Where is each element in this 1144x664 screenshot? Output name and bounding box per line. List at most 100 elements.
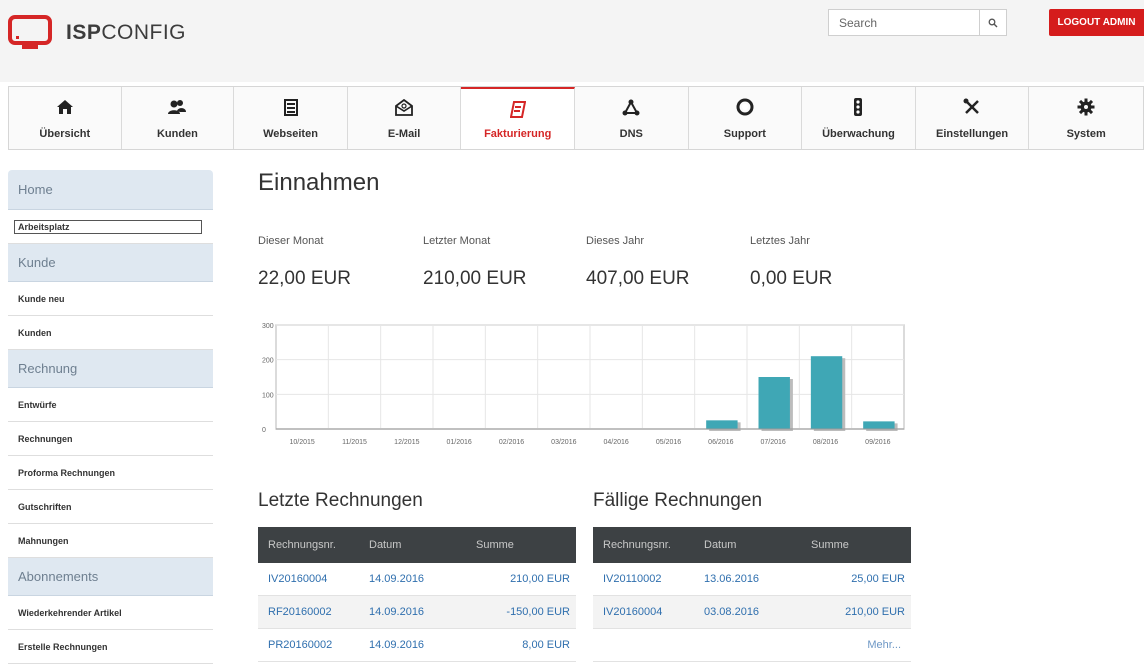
invoice-date: 14.09.2016: [369, 573, 425, 585]
table-row[interactable]: RF20160002 14.09.2016 -150,00 EUR: [258, 596, 576, 629]
main-nav: Übersicht Kunden Webseiten E-Mail Faktur…: [8, 86, 1144, 150]
sidebar-item-proforma[interactable]: Proforma Rechnungen: [8, 456, 213, 490]
table-header: Rechnungsnr. Datum Summe: [258, 527, 576, 563]
sidebar-item-arbeitsplatz[interactable]: Arbeitsplatz: [8, 210, 213, 244]
home-icon: [55, 97, 75, 117]
tab-uebersicht[interactable]: Übersicht: [9, 87, 122, 149]
x-tick-label: 05/2016: [656, 439, 681, 446]
invoice-amount: 210,00 EUR: [510, 573, 570, 585]
tools-icon: [962, 97, 982, 117]
table-row[interactable]: PR20160002 14.09.2016 8,00 EUR: [258, 629, 576, 662]
page-title: Einnahmen: [258, 169, 380, 196]
web-icon: [281, 97, 301, 117]
sidebar-section-rechnung: Rechnung: [8, 350, 213, 388]
bar: [706, 420, 738, 429]
sidebar-item-entwuerfe[interactable]: Entwürfe: [8, 388, 213, 422]
x-tick-label: 02/2016: [499, 439, 524, 446]
sidebar-section-abonnements: Abonnements: [8, 558, 213, 596]
x-tick-label: 09/2016: [865, 439, 890, 446]
lifebuoy-icon: [735, 97, 755, 117]
x-tick-label: 04/2016: [604, 439, 629, 446]
invoice-amount: 25,00 EUR: [851, 573, 905, 585]
x-tick-label: 08/2016: [813, 439, 838, 446]
tab-email[interactable]: E-Mail: [348, 87, 462, 149]
bar: [863, 421, 895, 429]
logo-text: ISPCONFIG: [66, 21, 187, 44]
latest-invoices-title: Letzte Rechnungen: [258, 490, 423, 511]
sidebar-section-home: Home: [8, 170, 213, 210]
invoice-date: 13.06.2016: [704, 573, 760, 585]
search-icon: [988, 18, 998, 27]
tab-label: Einstellungen: [936, 128, 1009, 140]
invoice-number-link[interactable]: IV20160004: [593, 606, 698, 618]
stat-value: 210,00 EUR: [423, 268, 527, 289]
col-header[interactable]: Datum: [363, 539, 468, 551]
sidebar-item-kunde-neu[interactable]: Kunde neu: [8, 282, 213, 316]
sidebar-item-gutschriften[interactable]: Gutschriften: [8, 490, 213, 524]
stat-label: Letzter Monat: [423, 235, 491, 247]
sidebar-item-rechnungen[interactable]: Rechnungen: [8, 422, 213, 456]
search-input[interactable]: Search: [828, 9, 980, 36]
tab-label: System: [1066, 128, 1106, 140]
col-header[interactable]: Summe: [803, 539, 911, 551]
sidebar-item-kunden[interactable]: Kunden: [8, 316, 213, 350]
sidebar-item-erstelle[interactable]: Erstelle Rechnungen: [8, 630, 213, 664]
y-tick-label: 300: [262, 323, 274, 330]
stat-label: Letztes Jahr: [750, 235, 810, 247]
invoice-number-link[interactable]: IV20110002: [593, 573, 698, 585]
revenue-chart: 0 100 200 300 10/2015 11/2015 12/2015 01/2016 02…: [262, 323, 905, 446]
traffic-light-icon: [848, 97, 868, 117]
logout-button[interactable]: LOGOUT ADMIN: [1049, 9, 1144, 36]
tab-webseiten[interactable]: Webseiten: [234, 87, 348, 149]
y-tick-label: 100: [262, 392, 274, 399]
due-invoices-table: Rechnungsnr. Datum Summe IV20110002 13.0…: [593, 527, 911, 662]
latest-invoices-table: Rechnungsnr. Datum Summe IV20160004 14.0…: [258, 527, 576, 662]
table-row[interactable]: IV20110002 13.06.2016 25,00 EUR: [593, 563, 911, 596]
col-header[interactable]: Datum: [698, 539, 803, 551]
sidebar-item-wiederkehrend[interactable]: Wiederkehrender Artikel: [8, 596, 213, 630]
invoice-amount: 210,00 EUR: [845, 606, 905, 618]
x-tick-label: 01/2016: [447, 439, 472, 446]
x-tick-label: 11/2015: [342, 439, 367, 446]
sidebar-item-mahnungen[interactable]: Mahnungen: [8, 524, 213, 558]
table-row[interactable]: IV20160004 03.08.2016 210,00 EUR: [593, 596, 911, 629]
x-tick-label: 10/2015: [290, 439, 315, 446]
mail-icon: [394, 97, 414, 117]
tab-einstellungen[interactable]: Einstellungen: [916, 87, 1030, 149]
tab-dns[interactable]: DNS: [575, 87, 689, 149]
search-button[interactable]: [980, 9, 1007, 36]
logo[interactable]: ISPCONFIG: [8, 14, 186, 52]
x-tick-label: 03/2016: [551, 439, 576, 446]
col-header[interactable]: Summe: [468, 539, 576, 551]
tab-kunden[interactable]: Kunden: [122, 87, 235, 149]
invoice-date: 14.09.2016: [369, 606, 425, 618]
x-tick-label: 12/2015: [394, 439, 419, 446]
y-tick-label: 0: [262, 427, 266, 434]
sidebar-section-kunde: Kunde: [8, 244, 213, 282]
more-link[interactable]: Mehr...: [593, 629, 911, 662]
table-header: Rechnungsnr. Datum Summe: [593, 527, 911, 563]
table-row[interactable]: IV20160004 14.09.2016 210,00 EUR: [258, 563, 576, 596]
tab-label: Überwachung: [822, 128, 895, 140]
tab-ueberwachung[interactable]: Überwachung: [802, 87, 916, 149]
tab-support[interactable]: Support: [689, 87, 803, 149]
col-header[interactable]: Rechnungsnr.: [593, 539, 698, 551]
tab-label: Webseiten: [263, 128, 318, 140]
tab-label: Übersicht: [39, 128, 91, 140]
stat-value: 407,00 EUR: [586, 268, 690, 289]
tab-label: Support: [723, 128, 766, 140]
col-header[interactable]: Rechnungsnr.: [258, 539, 363, 551]
invoice-number-link[interactable]: RF20160002: [258, 606, 363, 618]
x-tick-label: 07/2016: [761, 439, 786, 446]
invoice-date: 03.08.2016: [704, 606, 760, 618]
gear-icon: [1076, 97, 1096, 117]
tab-label: Fakturierung: [484, 128, 552, 140]
due-invoices-title: Fällige Rechnungen: [593, 490, 763, 511]
dns-icon: [621, 97, 641, 117]
tab-fakturierung[interactable]: Fakturierung: [461, 87, 575, 149]
tab-system[interactable]: System: [1029, 87, 1143, 149]
invoice-number-link[interactable]: PR20160002: [258, 639, 363, 651]
sidebar-item-label: Arbeitsplatz: [14, 219, 202, 234]
stat-value: 22,00 EUR: [258, 268, 351, 289]
invoice-number-link[interactable]: IV20160004: [258, 573, 363, 585]
